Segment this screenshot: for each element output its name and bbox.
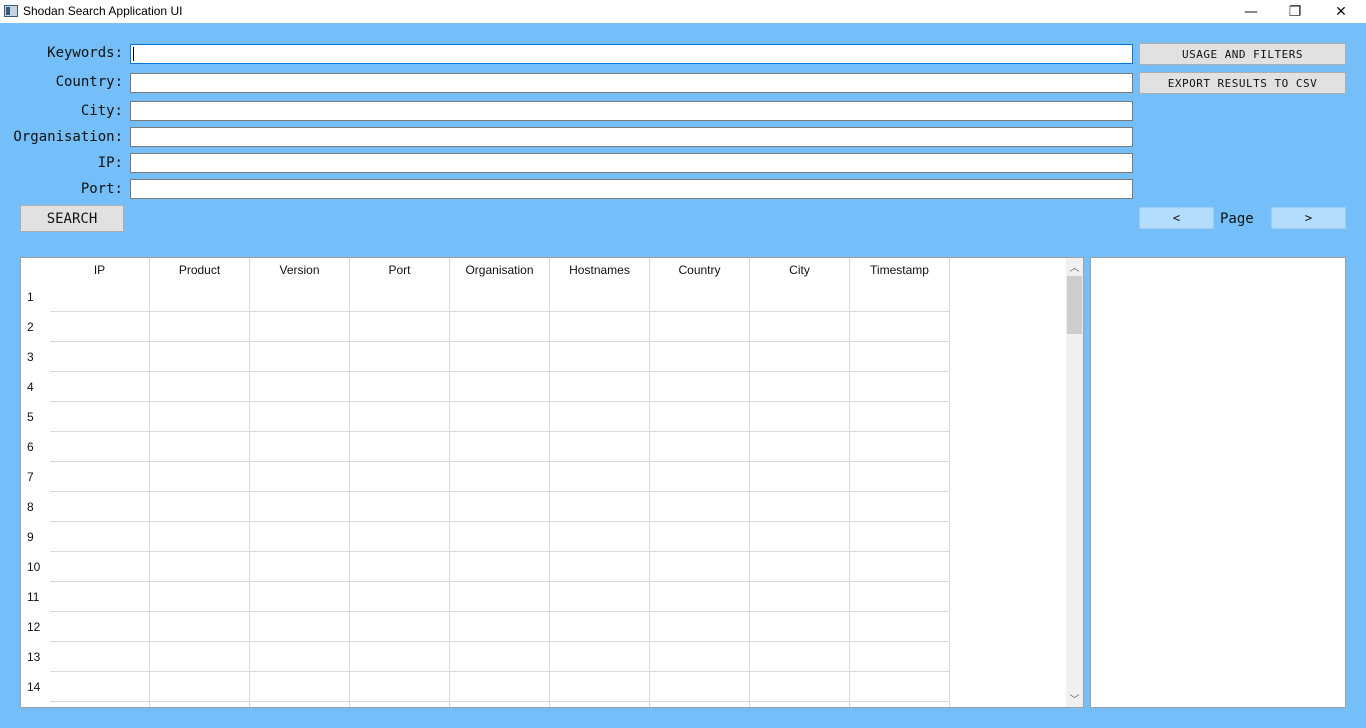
next-page-button[interactable]: >: [1271, 207, 1346, 229]
row-number[interactable]: 4: [27, 380, 34, 394]
city-label: City:: [80, 103, 123, 119]
grid-line: [50, 311, 950, 312]
table-header: IP Product Version Port Organisation Hos…: [50, 258, 950, 282]
grid-line: [50, 671, 950, 672]
organisation-label: Organisation:: [13, 129, 123, 145]
port-label: Port:: [80, 181, 123, 197]
row-number[interactable]: 3: [27, 350, 34, 364]
row-number[interactable]: 9: [27, 530, 34, 544]
row-number[interactable]: 11: [27, 590, 39, 604]
keywords-input[interactable]: [130, 44, 1133, 64]
close-button[interactable]: ✕: [1318, 0, 1364, 23]
column-header-ip[interactable]: IP: [50, 258, 150, 282]
results-table[interactable]: IP Product Version Port Organisation Hos…: [20, 257, 1084, 708]
country-input[interactable]: [130, 73, 1133, 93]
organisation-input[interactable]: [130, 127, 1133, 147]
maximize-button[interactable]: ❐: [1272, 0, 1318, 23]
export-csv-button[interactable]: EXPORT RESULTS TO CSV: [1139, 72, 1346, 94]
grid-line: [50, 551, 950, 552]
row-number[interactable]: 13: [27, 650, 40, 664]
usage-and-filters-button[interactable]: USAGE AND FILTERS: [1139, 43, 1346, 65]
window-title: Shodan Search Application UI: [23, 4, 183, 18]
grid-line: [50, 491, 950, 492]
table-scrollbar[interactable]: ︿ ﹀: [1066, 258, 1083, 707]
scroll-up-icon[interactable]: ︿: [1066, 258, 1083, 275]
column-header-product[interactable]: Product: [150, 258, 250, 282]
country-label: Country:: [55, 74, 123, 90]
column-header-port[interactable]: Port: [350, 258, 450, 282]
grid-line: [50, 461, 950, 462]
column-header-version[interactable]: Version: [250, 258, 350, 282]
row-number[interactable]: 10: [27, 560, 40, 574]
keywords-label: Keywords:: [47, 45, 123, 61]
city-input[interactable]: [130, 101, 1133, 121]
row-number[interactable]: 2: [27, 320, 34, 334]
row-number[interactable]: 14: [27, 680, 40, 694]
grid-line: [50, 701, 950, 702]
grid-line: [50, 641, 950, 642]
details-panel[interactable]: [1090, 257, 1346, 708]
scroll-thumb[interactable]: [1067, 276, 1082, 334]
column-header-hostnames[interactable]: Hostnames: [550, 258, 650, 282]
scroll-down-icon[interactable]: ﹀: [1066, 690, 1083, 707]
row-number[interactable]: 12: [27, 620, 40, 634]
page-label: Page: [1220, 211, 1254, 227]
column-header-country[interactable]: Country: [650, 258, 750, 282]
port-input[interactable]: [130, 179, 1133, 199]
search-button[interactable]: SEARCH: [20, 205, 124, 232]
ip-input[interactable]: [130, 153, 1133, 173]
column-header-city[interactable]: City: [750, 258, 850, 282]
minimize-button[interactable]: —: [1228, 0, 1274, 23]
text-caret: [133, 47, 134, 61]
row-number[interactable]: 1: [27, 290, 34, 304]
app-icon: [4, 5, 18, 17]
grid-line: [50, 401, 950, 402]
title-bar: Shodan Search Application UI — ❐ ✕: [0, 0, 1366, 23]
ip-label: IP:: [97, 155, 123, 171]
row-number[interactable]: 8: [27, 500, 34, 514]
prev-page-button[interactable]: <: [1139, 207, 1214, 229]
grid-line: [50, 341, 950, 342]
grid-line: [50, 431, 950, 432]
column-header-timestamp[interactable]: Timestamp: [850, 258, 950, 282]
grid-line: [50, 371, 950, 372]
column-header-organisation[interactable]: Organisation: [450, 258, 550, 282]
row-number[interactable]: 7: [27, 470, 34, 484]
grid-line: [50, 581, 950, 582]
row-number[interactable]: 6: [27, 440, 34, 454]
grid-line: [50, 611, 950, 612]
row-number[interactable]: 5: [27, 410, 34, 424]
grid-line: [50, 521, 950, 522]
